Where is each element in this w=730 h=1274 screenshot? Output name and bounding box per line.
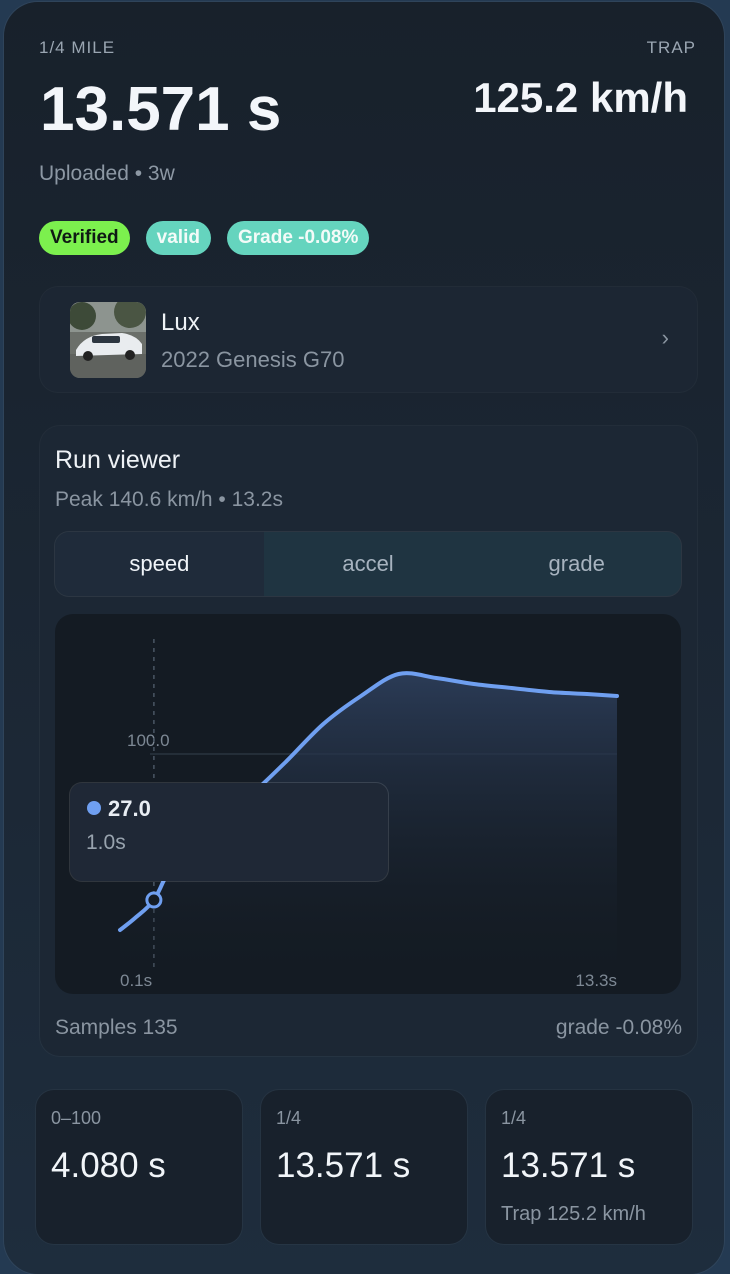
series-dot-icon [87, 801, 101, 815]
stat-card-quarter: 1/4 13.571 s [261, 1090, 467, 1244]
viewer-grade: grade -0.08% [555, 1016, 682, 1039]
car-row[interactable]: Lux 2022 Genesis G70 › [40, 287, 697, 392]
run-viewer-panel: Run viewer Peak 140.6 km/h • 13.2s speed… [40, 426, 697, 1056]
car-model: 2022 Genesis G70 [161, 347, 345, 372]
speed-chart[interactable]: 100.0 0.1s 13.3s 27.0 1.0s [55, 614, 681, 994]
valid-badge: valid [145, 221, 211, 255]
stat-card-quarter-trap: 1/4 13.571 s Trap 125.2 km/h [486, 1090, 692, 1244]
stat-card-0-100: 0–100 4.080 s [36, 1090, 242, 1244]
badge-row: Verified valid Grade -0.08% [39, 221, 370, 255]
stat-value: 13.571 s [501, 1146, 636, 1185]
stat-label: 1/4 [276, 1108, 302, 1128]
run-card: 1/4 MILE TRAP 13.571 s 125.2 km/h Upload… [4, 2, 724, 1274]
gridline-label: 100.0 [127, 731, 170, 750]
verified-badge: Verified [39, 221, 130, 255]
tab-grade[interactable]: grade [472, 532, 681, 596]
tab-accel[interactable]: accel [264, 532, 473, 596]
stat-subtext: Trap 125.2 km/h [501, 1203, 646, 1225]
sample-count: Samples 135 [55, 1016, 178, 1039]
trap-label: TRAP [646, 38, 696, 57]
tooltip-value: 27.0 [108, 796, 151, 821]
chevron-right-icon: › [661, 325, 669, 350]
trap-speed: 125.2 km/h [473, 74, 688, 121]
x-tick-end: 13.3s [575, 971, 617, 990]
upload-info: Uploaded • 3w [39, 162, 175, 185]
stat-value: 13.571 s [276, 1146, 411, 1185]
elapsed-time: 13.571 s [40, 75, 282, 144]
run-viewer-title: Run viewer [55, 446, 181, 474]
car-thumbnail [70, 302, 146, 378]
car-name: Lux [161, 309, 200, 336]
x-tick-start: 0.1s [120, 971, 152, 990]
chart-tooltip: 27.0 1.0s [70, 783, 388, 881]
cursor-marker[interactable] [145, 891, 163, 909]
metric-tabs: speed accel grade [55, 532, 681, 596]
peak-summary: Peak 140.6 km/h • 13.2s [55, 488, 283, 511]
tab-speed[interactable]: speed [55, 532, 264, 596]
stat-label: 0–100 [51, 1108, 102, 1128]
tooltip-time: 1.0s [86, 831, 126, 854]
stat-value: 4.080 s [51, 1146, 166, 1185]
distance-label: 1/4 MILE [39, 38, 116, 57]
stat-label: 1/4 [501, 1108, 527, 1128]
grade-badge: Grade -0.08% [226, 221, 370, 255]
